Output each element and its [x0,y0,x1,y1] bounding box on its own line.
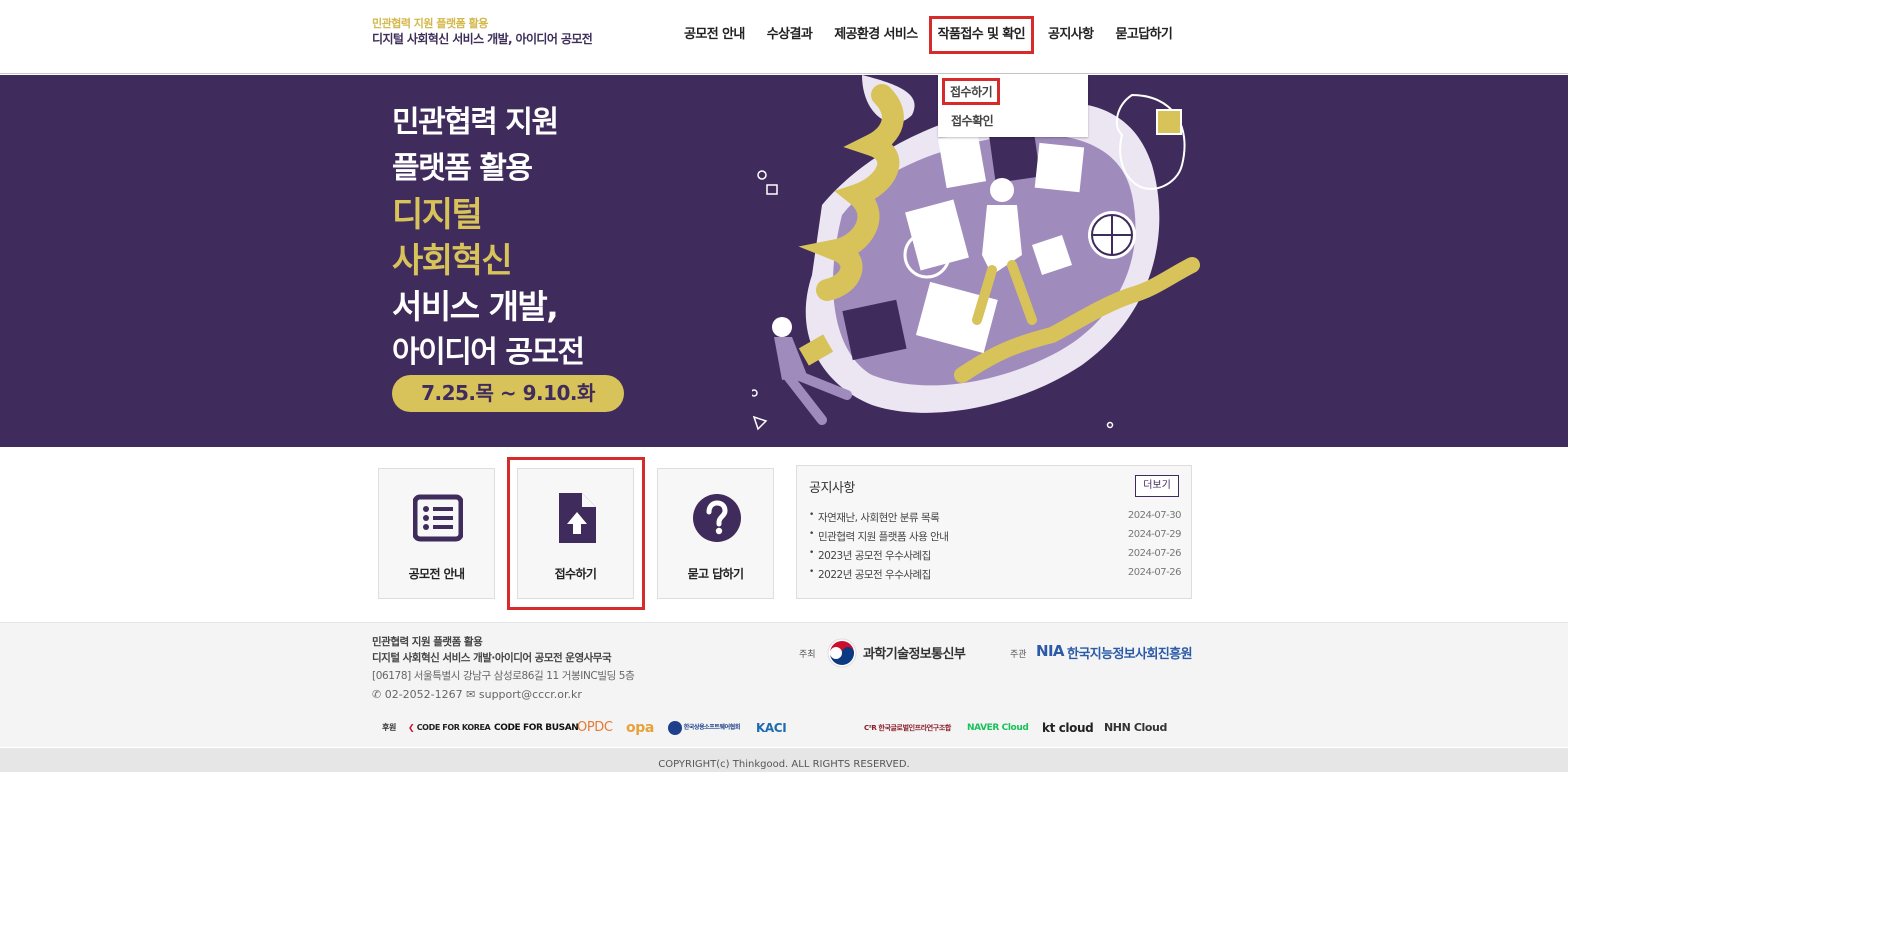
bullet-icon: • [809,510,814,520]
sponsor-logo: NAVER Cloud [967,723,1029,733]
list-icon [413,494,463,542]
more-button[interactable]: 더보기 [1135,475,1179,497]
sponsor-logo: OPDC [577,720,613,735]
hero-line-highlight: 사회혁신 [392,241,513,281]
organizer-label: 주관 [1010,650,1027,660]
notice-item-title[interactable]: 민관협력 지원 플랫폼 사용 안내 [818,529,949,544]
notice-item: • 2022년 공모전 우수사례집 2024-07-26 [809,567,1182,586]
notice-title: 공지사항 [809,481,855,496]
sponsor-name: CODE FOR KOREA [416,723,491,732]
sponsor-logo: 한국상용소프트웨어협회 [668,718,740,738]
nav-awards[interactable]: 수상결과 [759,16,820,54]
dropdown-submit[interactable]: 접수하기 [942,78,1001,105]
quick-link-label: 묻고 답하기 [687,567,744,581]
hero-line-highlight: 디지털 [392,195,483,235]
notice-panel: 공지사항 더보기 • 자연재난, 사회현안 분류 목록 2024-07-30 •… [796,465,1192,599]
nav-qna[interactable]: 묻고답하기 [1107,16,1180,54]
hero-title: 민관협력 지원 플랫폼 활용 디지털 사회혁신 서비스 개발, 아이디어 공모전 [392,100,585,376]
hero-line: 아이디어 공모전 [392,335,585,370]
nav-notice[interactable]: 공지사항 [1040,16,1101,54]
quick-link-label: 공모전 안내 [408,567,465,581]
nav-submission[interactable]: 작품접수 및 확인 [928,16,1035,54]
sponsor-logo: kt cloud [1042,721,1094,735]
ministry-logo-icon [827,638,857,668]
sponsor-logo: KACI [756,721,787,735]
sponsor-name: 한국상용소프트웨어협회 [683,724,741,731]
quick-link-qna[interactable]: 묻고 답하기 [657,468,774,599]
logo-subtitle: 민관협력 지원 플랫폼 활용 [372,17,488,30]
nav-environment-service[interactable]: 제공환경 서비스 [826,16,925,54]
notice-item: • 민관협력 지원 플랫폼 사용 안내 2024-07-29 [809,529,1182,548]
notice-item-date: 2024-07-26 [1127,548,1182,559]
sponsor-label: 후원 [382,723,396,732]
site-logo[interactable]: 민관협력 지원 플랫폼 활용 디지털 사회혁신 서비스 개발, 아이디어 공모전 [372,17,593,47]
footer-email[interactable]: support@cccr.or.kr [479,688,582,701]
footer-contact: ✆ 02-2052-1267 ✉ support@cccr.or.kr [372,688,582,701]
highlight-box [507,457,645,610]
globe-icon [668,720,682,735]
site-footer: 민관협력 지원 플랫폼 활용 디지털 사회혁신 서비스 개발·아이디어 공모전 … [0,622,1568,747]
sponsor-logos: 후원 ❮ CODE FOR KOREA CODE FOR BUSAN OPDC … [382,718,1192,738]
bullet-icon: • [809,567,814,577]
notice-item: • 2023년 공모전 우수사례집 2024-07-26 [809,548,1182,567]
bullet-icon: • [809,529,814,539]
logo-title: 디지털 사회혁신 서비스 개발, 아이디어 공모전 [372,32,593,46]
notice-list: • 자연재난, 사회현안 분류 목록 2024-07-30 • 민관협력 지원 … [809,510,1182,586]
footer-org-line: 민관협력 지원 플랫폼 활용 [372,636,483,648]
footer-org: 민관협력 지원 플랫폼 활용 디지털 사회혁신 서비스 개발·아이디어 공모전 … [372,634,612,666]
nav-contest-info[interactable]: 공모전 안내 [676,16,753,54]
copyright: COPYRIGHT(c) Thinkgood. ALL RIGHTS RESER… [0,748,1568,772]
organizer-name: 한국지능정보사회진흥원 [1067,647,1193,662]
dropdown-check-submission[interactable]: 접수확인 [951,112,994,129]
notice-item-date: 2024-07-30 [1127,510,1182,521]
notice-item-title[interactable]: 2022년 공모전 우수사례집 [818,567,931,582]
hero-line: 플랫폼 활용 [392,151,533,186]
footer-address: [06178] 서울특별시 강남구 삼성로86길 11 거봉INC빌딩 5층 [372,670,635,682]
hero-line: 서비스 개발, [392,287,559,326]
notice-item-date: 2024-07-26 [1127,567,1182,578]
sponsor-logo: NHN Cloud [1104,721,1167,734]
main-nav: 공모전 안내 수상결과 제공환경 서비스 작품접수 및 확인 공지사항 묻고답하… [676,16,1180,54]
site-header: 민관협력 지원 플랫폼 활용 디지털 사회혁신 서비스 개발, 아이디어 공모전… [0,0,1568,74]
contest-period-badge: 7.25.목 ~ 9.10.화 [392,375,624,412]
mail-icon: ✉ [466,688,476,701]
sponsor-logo: CODE FOR BUSAN [494,723,579,733]
hero-line: 민관협력 지원 [392,105,559,140]
quick-link-contest-info[interactable]: 공모전 안내 [378,468,495,599]
notice-item-title[interactable]: 자연재난, 사회현안 분류 목록 [818,510,940,525]
footer-phone[interactable]: 02-2052-1267 [385,688,463,701]
footer-org-line: 디지털 사회혁신 서비스 개발·아이디어 공모전 운영사무국 [372,652,612,664]
host-label: 주최 [799,650,816,660]
notice-item: • 자연재난, 사회현안 분류 목록 2024-07-30 [809,510,1182,529]
bullet-icon: • [809,548,814,558]
sponsor-logo: ❮ CODE FOR KOREA [408,718,491,738]
notice-item-date: 2024-07-29 [1127,529,1182,540]
sponsor-logo: C²R 한국글로벌인프라연구조합 [864,724,951,732]
chevron-left-icon: ❮ [408,723,415,732]
host-name: 과학기술정보통신부 [863,647,966,662]
organizer-abbr: NIA [1036,642,1065,660]
notice-item-title[interactable]: 2023년 공모전 우수사례집 [818,548,931,563]
submission-dropdown: 접수하기 접수확인 [938,74,1088,137]
hero-banner: 민관협력 지원 플랫폼 활용 디지털 사회혁신 서비스 개발, 아이디어 공모전… [0,75,1568,447]
question-circle-icon [693,494,741,542]
phone-icon: ✆ [372,688,382,701]
sponsor-logo: opa [626,720,654,736]
